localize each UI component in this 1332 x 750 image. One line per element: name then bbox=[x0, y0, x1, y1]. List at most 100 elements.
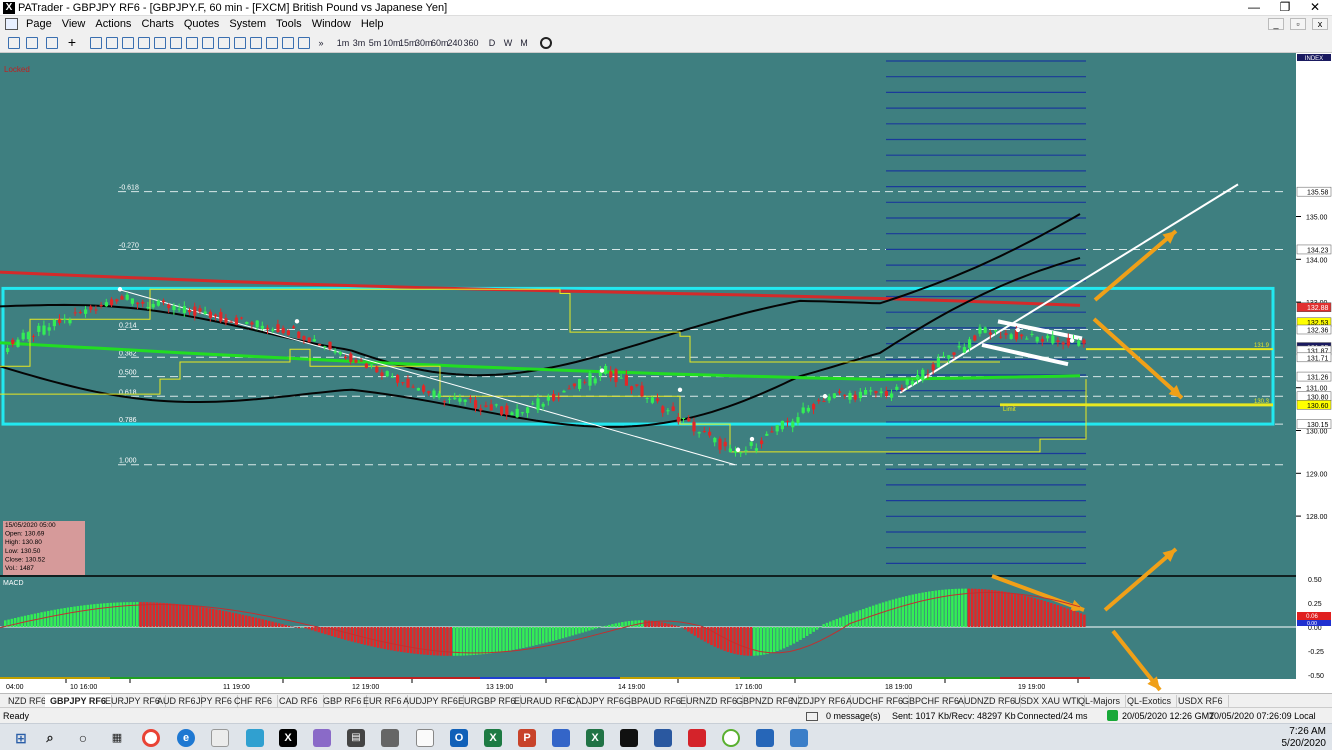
macd-bar bbox=[231, 612, 235, 627]
calculator-icon[interactable]: ▤ bbox=[347, 729, 365, 747]
menu-tools[interactable]: Tools bbox=[271, 16, 307, 32]
status-messages[interactable]: 0 message(s) bbox=[826, 711, 881, 721]
notepad-icon[interactable] bbox=[416, 729, 434, 747]
macd-bar bbox=[591, 627, 594, 630]
tf-1m[interactable]: 1m bbox=[336, 36, 350, 51]
symbol-tab[interactable]: USDX RF6 bbox=[1173, 695, 1229, 707]
powerpoint-icon[interactable]: P bbox=[518, 729, 536, 747]
candle-body bbox=[661, 406, 665, 413]
menu-quotes[interactable]: Quotes bbox=[179, 16, 224, 32]
app-icon-14[interactable] bbox=[552, 729, 570, 747]
menu-page[interactable]: Page bbox=[21, 16, 57, 32]
mdi-minimize-button[interactable]: _ bbox=[1268, 18, 1284, 30]
candle-body bbox=[864, 390, 868, 395]
menu-view[interactable]: View bbox=[57, 16, 91, 32]
buy-icon[interactable] bbox=[8, 37, 20, 49]
fib-time-icon[interactable] bbox=[218, 37, 230, 49]
excel-icon-2[interactable]: X bbox=[586, 729, 604, 747]
pointer-icon[interactable] bbox=[90, 37, 102, 49]
symbol-tab[interactable]: CAD RF6 bbox=[274, 695, 324, 707]
vline-icon[interactable] bbox=[122, 37, 134, 49]
swing-dot bbox=[1015, 327, 1021, 333]
macd-bar bbox=[1050, 603, 1053, 627]
menu-system[interactable]: System bbox=[224, 16, 271, 32]
clock-icon[interactable] bbox=[540, 37, 552, 49]
app-icon-6[interactable] bbox=[313, 729, 331, 747]
menu-charts[interactable]: Charts bbox=[136, 16, 178, 32]
swing-dot bbox=[599, 368, 605, 373]
rectangle-icon[interactable] bbox=[250, 37, 262, 49]
macd-bar bbox=[561, 627, 565, 639]
tf-15m[interactable]: 15m bbox=[399, 36, 417, 51]
menu-actions[interactable]: Actions bbox=[90, 16, 136, 32]
candle-body bbox=[900, 387, 904, 390]
macd-bar bbox=[885, 601, 888, 627]
app-icon-19[interactable] bbox=[722, 729, 740, 747]
candle-body bbox=[588, 373, 592, 386]
chart-type-icon[interactable] bbox=[46, 37, 58, 49]
trendline-icon[interactable] bbox=[138, 37, 150, 49]
tf-60m[interactable]: 60m bbox=[431, 36, 449, 51]
chart-menu-icon[interactable] bbox=[5, 18, 18, 30]
app-icon-4[interactable] bbox=[246, 729, 264, 747]
excel-icon[interactable]: X bbox=[484, 729, 502, 747]
app-icon-16[interactable] bbox=[620, 729, 638, 747]
symbol-tab[interactable]: CHF RF6 bbox=[229, 695, 278, 707]
edge-icon[interactable]: e bbox=[177, 729, 195, 747]
minimize-button[interactable]: — bbox=[1237, 0, 1271, 16]
macd-bar bbox=[796, 627, 799, 642]
fib-fan-icon[interactable] bbox=[202, 37, 214, 49]
symbol-tab[interactable]: QL-Exotics bbox=[1122, 695, 1178, 707]
tf-240[interactable]: 240 bbox=[447, 36, 463, 51]
search-icon[interactable]: ⌕ bbox=[41, 729, 59, 747]
price-chart[interactable]: Locked INDEX -0.618 -0.270 0.214 0.382 0.500 0.… bbox=[0, 53, 1332, 693]
chart-canvas[interactable]: LockedINDEX-0.618-0.2700.2140.3820.5000.… bbox=[0, 53, 1332, 693]
clock-date[interactable]: 5/20/2020 bbox=[1282, 738, 1327, 749]
menu-help[interactable]: Help bbox=[356, 16, 389, 32]
task-view-icon[interactable]: ▦ bbox=[108, 729, 126, 747]
menu-window[interactable]: Window bbox=[307, 16, 356, 32]
patrader-taskbar-icon[interactable]: X bbox=[279, 729, 297, 747]
tf-360[interactable]: 360 bbox=[463, 36, 479, 51]
app-icon-17[interactable] bbox=[654, 729, 672, 747]
app-icon-3[interactable] bbox=[211, 729, 229, 747]
app-icon-8[interactable] bbox=[381, 729, 399, 747]
chrome-icon[interactable] bbox=[142, 729, 160, 747]
tf-daily[interactable]: D bbox=[486, 36, 498, 51]
close-button[interactable]: ✕ bbox=[1298, 0, 1332, 16]
gann-icon[interactable] bbox=[234, 37, 246, 49]
mdi-restore-button[interactable]: ▫ bbox=[1290, 18, 1306, 30]
tf-monthly[interactable]: M bbox=[518, 36, 530, 51]
toolbar-overflow-icon[interactable]: » bbox=[316, 36, 326, 51]
cortana-icon[interactable]: ○ bbox=[74, 729, 92, 747]
mail-icon[interactable] bbox=[806, 712, 818, 721]
symbol-tab[interactable]: QL-Majors bbox=[1073, 695, 1127, 707]
text-tool-icon[interactable] bbox=[298, 37, 310, 49]
macd-bar bbox=[832, 620, 835, 627]
mdi-close-button[interactable]: x bbox=[1312, 18, 1328, 30]
triangle-icon[interactable] bbox=[266, 37, 278, 49]
app-icon-21[interactable] bbox=[790, 729, 808, 747]
app-icon-20[interactable] bbox=[756, 729, 774, 747]
macd-bar bbox=[370, 627, 373, 647]
hline-icon[interactable] bbox=[106, 37, 118, 49]
macd-bar bbox=[284, 624, 287, 627]
tf-30m[interactable]: 30m bbox=[415, 36, 433, 51]
ellipse-icon[interactable] bbox=[282, 37, 294, 49]
ohlc-info-line: Open: 130.69 bbox=[5, 531, 45, 538]
channel-icon[interactable] bbox=[154, 37, 166, 49]
tf-weekly[interactable]: W bbox=[502, 36, 514, 51]
crosshair-icon[interactable]: + bbox=[66, 35, 78, 49]
windows-start-icon[interactable]: ⊞ bbox=[12, 729, 30, 747]
clock-time[interactable]: 7:26 AM bbox=[1289, 726, 1326, 737]
outlook-icon[interactable]: O bbox=[450, 729, 468, 747]
fib-extension-icon[interactable] bbox=[186, 37, 198, 49]
restore-button[interactable]: ❐ bbox=[1268, 0, 1302, 16]
tf-3m[interactable]: 3m bbox=[352, 36, 366, 51]
tf-5m[interactable]: 5m bbox=[368, 36, 382, 51]
sell-icon[interactable] bbox=[26, 37, 38, 49]
candle-body bbox=[297, 331, 301, 339]
fib-retracement-icon[interactable] bbox=[170, 37, 182, 49]
app-icon-18[interactable] bbox=[688, 729, 706, 747]
tf-10m[interactable]: 10m bbox=[383, 36, 401, 51]
